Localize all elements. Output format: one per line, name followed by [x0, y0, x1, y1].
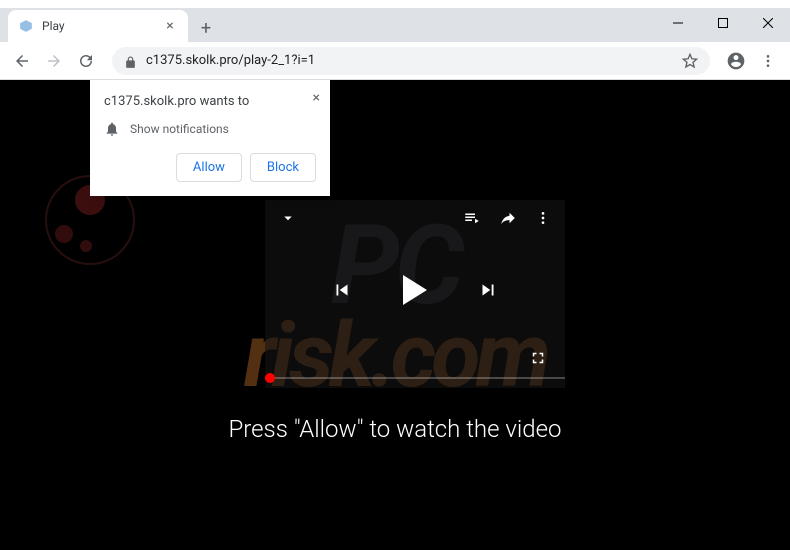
- queue-icon[interactable]: [463, 209, 481, 231]
- profile-button[interactable]: [722, 47, 750, 75]
- allow-button[interactable]: Allow: [176, 153, 242, 182]
- progress-bar[interactable]: [265, 377, 565, 379]
- minimize-button[interactable]: [655, 8, 700, 38]
- next-track-icon[interactable]: [477, 279, 499, 301]
- page-content: PC risk.com × c1375.skolk.pro wants to S…: [0, 80, 790, 550]
- progress-thumb[interactable]: [265, 373, 275, 383]
- close-icon[interactable]: ×: [313, 90, 320, 106]
- previous-track-icon[interactable]: [331, 279, 353, 301]
- address-bar[interactable]: c1375.skolk.pro/play-2_1?i=1: [112, 47, 710, 75]
- notification-permission-text: Show notifications: [130, 122, 229, 136]
- browser-menu-button[interactable]: [754, 47, 782, 75]
- block-button[interactable]: Block: [250, 153, 316, 182]
- play-button[interactable]: [403, 275, 427, 305]
- new-tab-button[interactable]: +: [192, 14, 220, 42]
- forward-button[interactable]: [40, 47, 68, 75]
- video-player: [265, 200, 565, 388]
- tab-strip: Play × +: [0, 8, 790, 42]
- back-button[interactable]: [8, 47, 36, 75]
- instruction-message: Press "Allow" to watch the video: [0, 415, 790, 443]
- share-icon[interactable]: [499, 209, 517, 231]
- chevron-down-icon[interactable]: [279, 212, 297, 231]
- fullscreen-icon[interactable]: [529, 349, 547, 371]
- lock-icon: [124, 54, 138, 68]
- notification-title: c1375.skolk.pro wants to: [104, 94, 316, 109]
- tab-favicon: [18, 18, 34, 34]
- close-window-button[interactable]: [745, 8, 790, 38]
- more-icon[interactable]: [535, 210, 551, 230]
- maximize-button[interactable]: [700, 8, 745, 38]
- bell-icon: [104, 121, 120, 137]
- notification-permission-popup: × c1375.skolk.pro wants to Show notifica…: [90, 80, 330, 196]
- browser-toolbar: c1375.skolk.pro/play-2_1?i=1: [0, 42, 790, 80]
- tab-title: Play: [42, 19, 154, 33]
- bookmark-star-icon[interactable]: [682, 53, 698, 69]
- tab-close-icon[interactable]: ×: [162, 18, 178, 34]
- reload-button[interactable]: [72, 47, 100, 75]
- browser-tab[interactable]: Play ×: [8, 10, 188, 42]
- url-text: c1375.skolk.pro/play-2_1?i=1: [146, 53, 674, 68]
